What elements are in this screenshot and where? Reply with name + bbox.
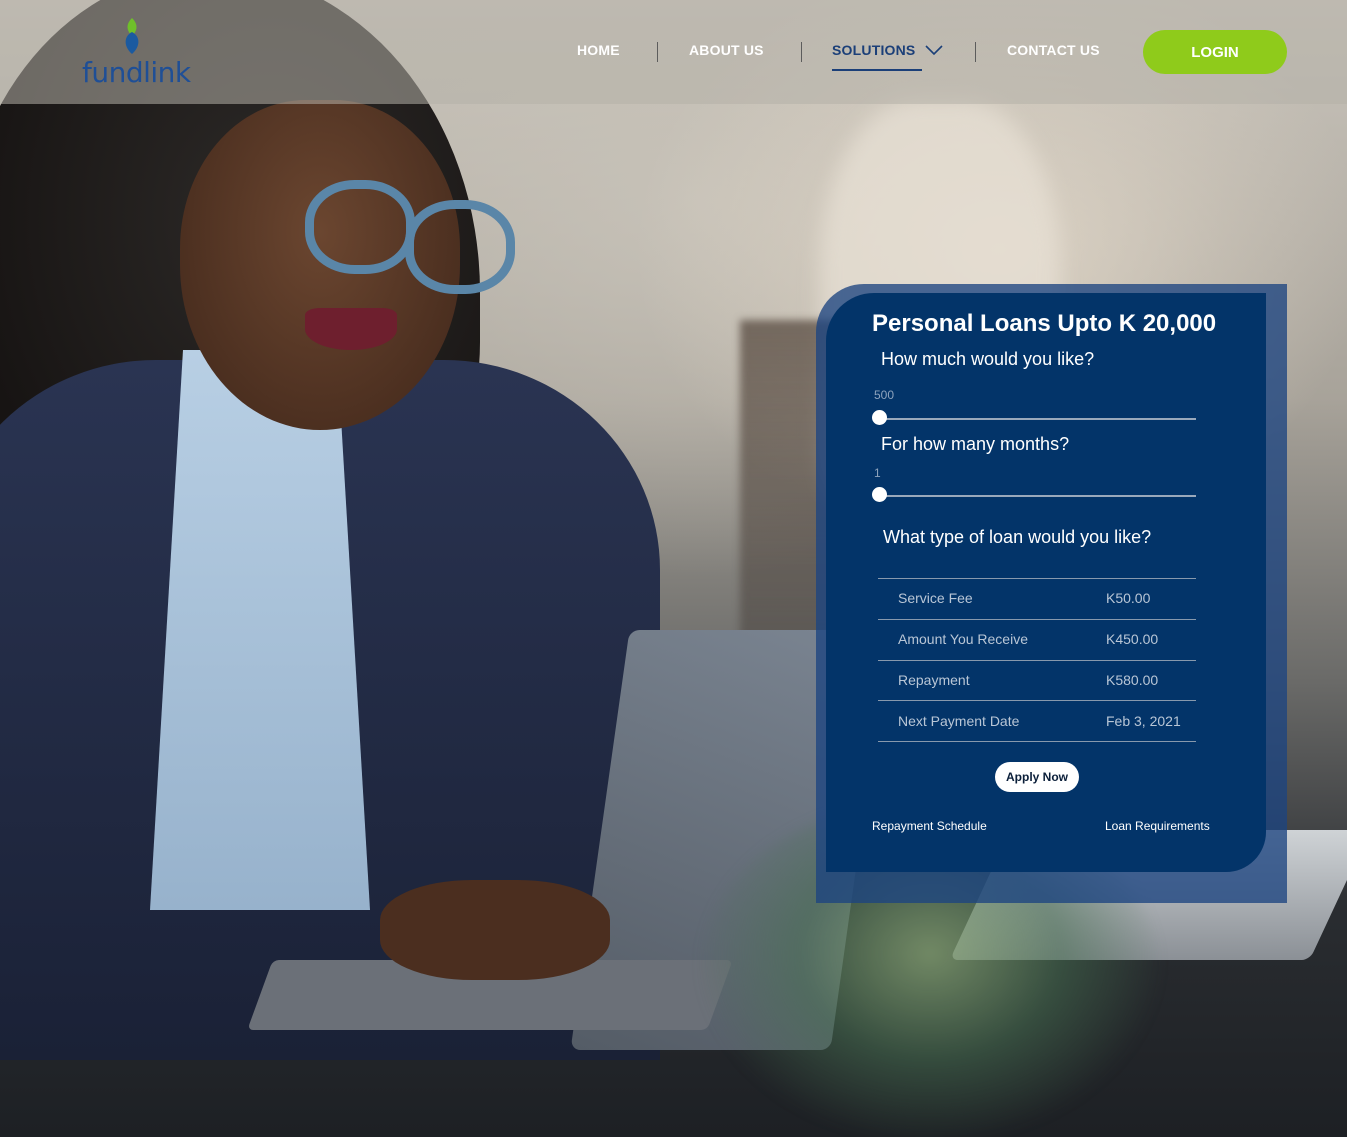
summary-divider — [878, 660, 1196, 661]
months-slider-value: 1 — [874, 466, 881, 480]
fundlink-logo[interactable]: fundlink — [82, 16, 192, 91]
repayment-value: K580.00 — [1106, 672, 1159, 688]
loan-requirements-link[interactable]: Loan Requirements — [1105, 819, 1210, 833]
repayment-schedule-link[interactable]: Repayment Schedule — [872, 819, 987, 833]
nav-separator — [975, 42, 976, 62]
amount-slider-thumb[interactable] — [872, 410, 887, 425]
glasses-right-lens — [405, 200, 515, 294]
nav-home[interactable]: HOME — [577, 42, 620, 58]
service-fee-value: K50.00 — [1106, 590, 1151, 606]
next-payment-label: Next Payment Date — [898, 713, 1020, 729]
months-slider-thumb[interactable] — [872, 487, 887, 502]
site-header: fundlink HOME ABOUT US SOLUTIONS CONTACT… — [0, 0, 1347, 104]
amount-question: How much would you like? — [881, 349, 1095, 369]
loan-type-question: What type of loan would you like? — [883, 527, 1152, 547]
login-button[interactable]: LOGIN — [1143, 30, 1287, 74]
amount-slider-track[interactable] — [880, 418, 1196, 420]
repayment-label: Repayment — [898, 672, 970, 688]
logo-wordmark: fundlink — [82, 56, 191, 89]
glasses-left-lens — [305, 180, 415, 274]
next-payment-value: Feb 3, 2021 — [1106, 713, 1181, 729]
woman-shirt — [150, 350, 370, 910]
chevron-down-icon[interactable] — [925, 44, 943, 56]
nav-solutions[interactable]: SOLUTIONS — [832, 42, 915, 58]
leaf-logo-icon — [125, 18, 139, 54]
loan-card-title: Personal Loans Upto K 20,000 — [872, 310, 1217, 337]
summary-divider — [878, 741, 1196, 742]
woman-smile — [305, 308, 397, 350]
nav-active-underline — [832, 69, 922, 71]
apply-now-button[interactable]: Apply Now — [995, 762, 1079, 792]
nav-separator — [801, 42, 802, 62]
amount-slider-value: 500 — [874, 388, 895, 402]
nav-about-us[interactable]: ABOUT US — [689, 42, 764, 58]
summary-divider — [878, 619, 1196, 620]
nav-separator — [657, 42, 658, 62]
months-question: For how many months? — [881, 434, 1070, 454]
summary-divider — [878, 700, 1196, 701]
summary-divider — [878, 578, 1196, 579]
woman-hands — [380, 880, 610, 980]
nav-contact-us[interactable]: CONTACT US — [1007, 42, 1100, 58]
months-slider-track[interactable] — [880, 495, 1196, 497]
service-fee-label: Service Fee — [898, 590, 973, 606]
amount-receive-value: K450.00 — [1106, 631, 1159, 647]
amount-receive-label: Amount You Receive — [898, 631, 1028, 647]
